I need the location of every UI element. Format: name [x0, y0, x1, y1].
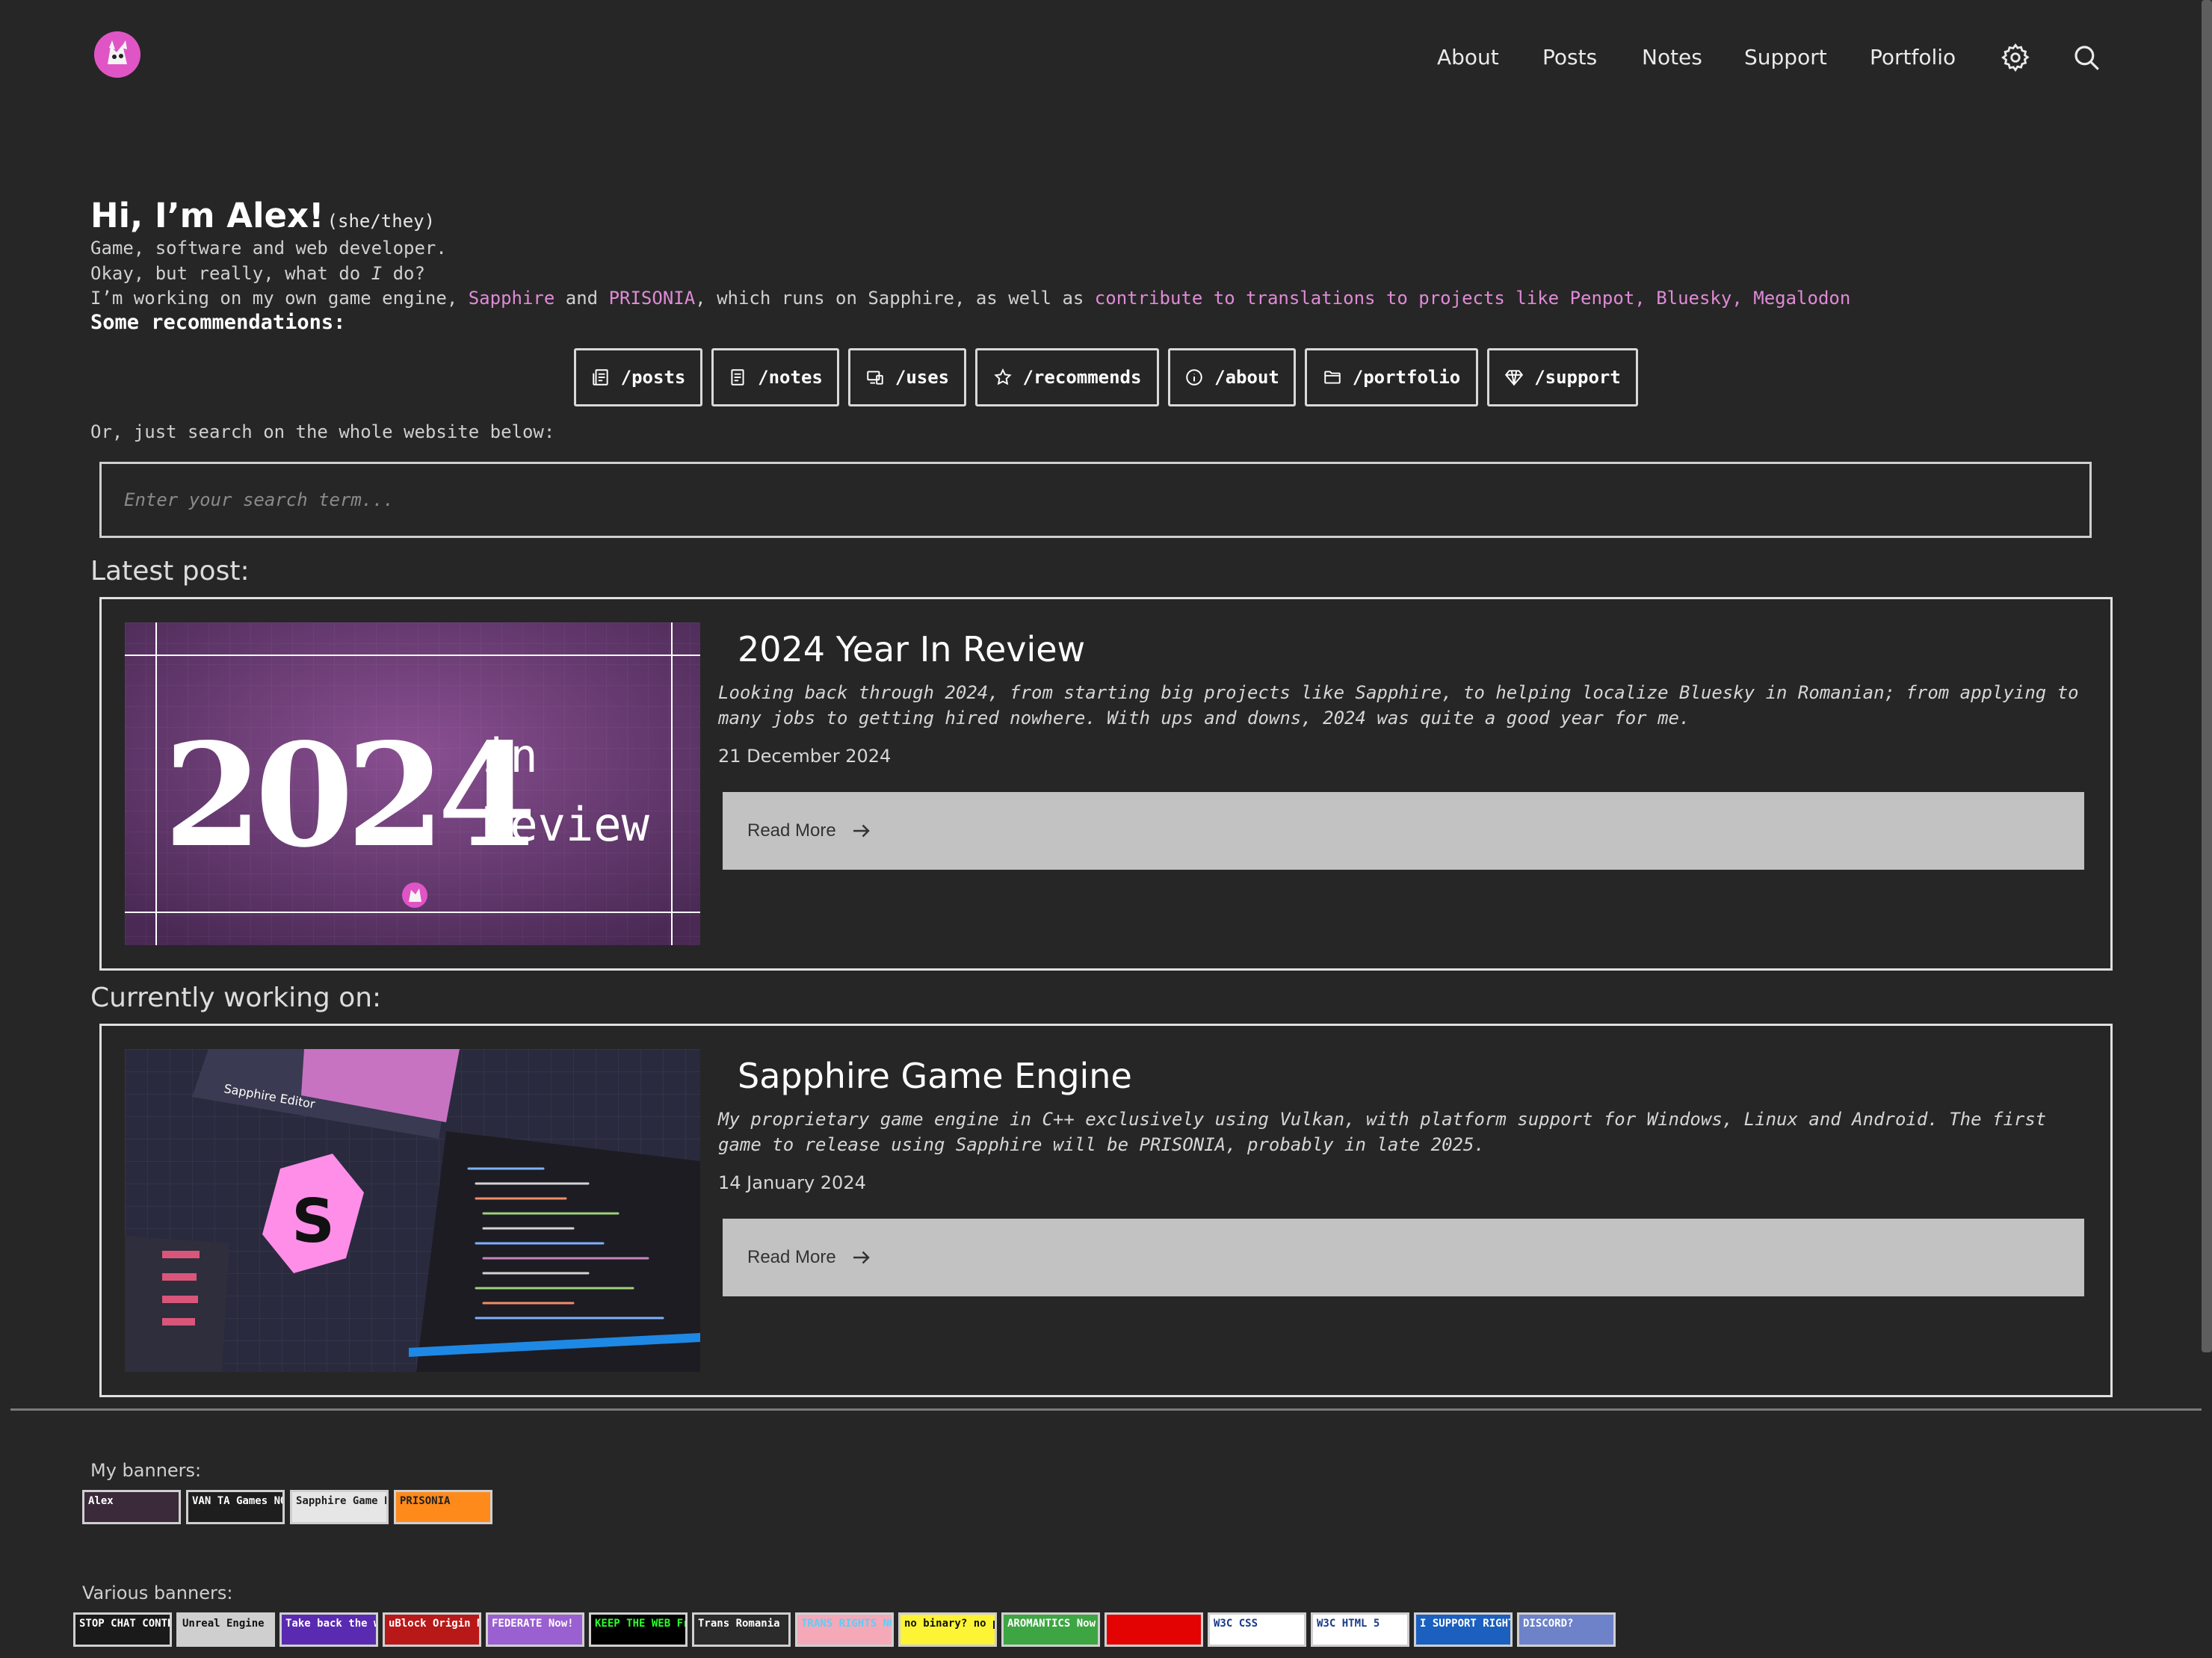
banner[interactable]: uBlock Origin Now! [383, 1612, 481, 1647]
banner[interactable]: Trans Romania [692, 1612, 791, 1647]
rec-recommends-label: /recommends [1022, 367, 1142, 388]
nav-posts[interactable]: Posts [1542, 39, 1597, 76]
rec-uses-label: /uses [895, 367, 950, 388]
star-icon [993, 368, 1012, 386]
rec-posts-button[interactable]: /posts [574, 348, 702, 406]
hero-heading: Hi, I’m Alex! (she/they) [90, 196, 435, 235]
contribute-link[interactable]: contribute to translations to projects l… [1095, 288, 1559, 309]
banner[interactable]: Alex [82, 1490, 181, 1524]
search-prompt: Or, just search on the whole website bel… [90, 421, 555, 442]
hero-line-2-emph: I [371, 263, 383, 284]
hero-line-3-b: , which runs on Sapphire, as well as [695, 288, 1095, 309]
search-box [99, 462, 2092, 538]
greeting: Hi, I’m Alex! [90, 196, 324, 235]
latest-post-image[interactable]: 2024 in Review [125, 622, 700, 945]
banner[interactable]: TRANS RIGHTS NOW! [795, 1612, 894, 1647]
banner[interactable] [1105, 1612, 1203, 1647]
nav-about[interactable]: About [1437, 39, 1499, 76]
gear-icon[interactable] [2000, 42, 2031, 73]
rec-recommends-button[interactable]: /recommends [975, 348, 1159, 406]
hero-line-3-sep-1: , [1634, 288, 1657, 309]
nav-notes[interactable]: Notes [1642, 39, 1702, 76]
rec-notes-button[interactable]: /notes [711, 348, 839, 406]
sapphire-logo-letter: S [291, 1187, 335, 1256]
hero-line-3-sep-2: , [1731, 288, 1754, 309]
posts-icon [592, 369, 608, 386]
rec-support-label: /support [1534, 367, 1621, 388]
various-banners-label: Various banners: [82, 1583, 233, 1603]
rec-portfolio-label: /portfolio [1352, 367, 1461, 388]
hero-line-1: Game, software and web developer. [90, 238, 447, 259]
rec-about-label: /about [1214, 367, 1279, 388]
hero-line-2: Okay, but really, what do I do? [90, 261, 425, 286]
image-year-text: 2024 [164, 712, 531, 879]
hero-line-2-a: Okay, but really, what do [90, 263, 371, 284]
rec-posts-label: /posts [620, 367, 686, 388]
search-icon[interactable] [2071, 42, 2102, 73]
banner[interactable]: KEEP THE WEB Free [589, 1612, 688, 1647]
hero-line-3-a: I’m working on my own game engine, [90, 288, 469, 309]
current-project-date: 14 January 2024 [718, 1172, 866, 1193]
banner[interactable]: Sapphire Game Engine [290, 1490, 389, 1524]
banner[interactable]: no binary? no problem! [898, 1612, 997, 1647]
current-project-title[interactable]: Sapphire Game Engine [738, 1056, 1132, 1096]
current-project-heading: Currently working on: [90, 983, 382, 1013]
nav-portfolio[interactable]: Portfolio [1870, 39, 1956, 76]
latest-post-description: Looking back through 2024, from starting… [718, 682, 2079, 729]
hero-line-3: I’m working on my own game engine, Sapph… [90, 285, 1850, 311]
search-input[interactable] [102, 464, 2089, 536]
banner[interactable]: Unreal Engine [176, 1612, 275, 1647]
latest-post-card[interactable]: 2024 in Review 2024 Year In Review Looki… [99, 597, 2113, 971]
nav-support[interactable]: Support [1744, 39, 1827, 76]
current-project-image[interactable]: Sapphire Editor S [125, 1049, 700, 1372]
notes-icon [731, 369, 744, 386]
current-project-card[interactable]: Sapphire Editor S Sapphire Game Engine M… [99, 1024, 2113, 1397]
info-icon [1186, 369, 1202, 386]
rec-portfolio-button[interactable]: /portfolio [1305, 348, 1478, 406]
rec-support-button[interactable]: /support [1487, 348, 1638, 406]
banner[interactable]: FEDERATE Now! [486, 1612, 584, 1647]
bluesky-link[interactable]: Bluesky [1656, 288, 1731, 309]
current-project-description: My proprietary game engine in C++ exclus… [718, 1109, 2047, 1155]
banner[interactable]: W3C CSS [1208, 1612, 1306, 1647]
banner[interactable]: W3C HTML 5 [1311, 1612, 1409, 1647]
hero-line-3-space [1559, 288, 1569, 309]
prisonia-link[interactable]: PRISONIA [609, 288, 696, 309]
hero-line-2-c: do? [382, 263, 425, 284]
penpot-link[interactable]: Penpot [1570, 288, 1635, 309]
arrow-right-icon [853, 824, 870, 838]
image-review-text: Review [482, 797, 650, 852]
arrow-right-icon [853, 1251, 870, 1264]
latest-post-read-more-button[interactable]: Read More [723, 792, 2084, 870]
rec-notes-label: /notes [758, 367, 823, 388]
rec-uses-button[interactable]: /uses [848, 348, 966, 406]
banner[interactable]: STOP CHAT CONTROL [73, 1612, 172, 1647]
image-in-text: in [482, 729, 538, 783]
folder-icon [1324, 371, 1341, 384]
diamond-icon [1505, 370, 1524, 386]
read-more-label: Read More [747, 820, 836, 841]
banner[interactable]: Take back the web [279, 1612, 378, 1647]
my-banners-label: My banners: [90, 1460, 202, 1481]
sapphire-link[interactable]: Sapphire [469, 288, 555, 309]
pronouns: (she/they) [327, 211, 436, 232]
latest-post-heading: Latest post: [90, 556, 250, 587]
hero-line-3-and: and [554, 288, 609, 309]
recommendations-label: Some recommendations: [90, 311, 346, 334]
main-nav: About Posts Notes Support Portfolio [0, 39, 2212, 76]
devices-icon [867, 371, 883, 385]
scrollbar[interactable] [2202, 0, 2212, 1352]
rec-about-button[interactable]: /about [1168, 348, 1296, 406]
current-project-read-more-button[interactable]: Read More [723, 1219, 2084, 1296]
latest-post-date: 21 December 2024 [718, 746, 892, 767]
banner[interactable]: PRISONIA [394, 1490, 492, 1524]
read-more-label: Read More [747, 1247, 836, 1267]
banner[interactable]: I SUPPORT RIGHT TO REPAIR [1414, 1612, 1513, 1647]
megalodon-link[interactable]: Megalodon [1753, 288, 1850, 309]
footer-divider [10, 1408, 2202, 1411]
banner[interactable]: VAN TA Games NOW! [186, 1490, 285, 1524]
latest-post-title[interactable]: 2024 Year In Review [738, 629, 1085, 669]
banner[interactable]: DISCORD? [1517, 1612, 1616, 1647]
banner[interactable]: AROMANTICS Now! [1001, 1612, 1100, 1647]
